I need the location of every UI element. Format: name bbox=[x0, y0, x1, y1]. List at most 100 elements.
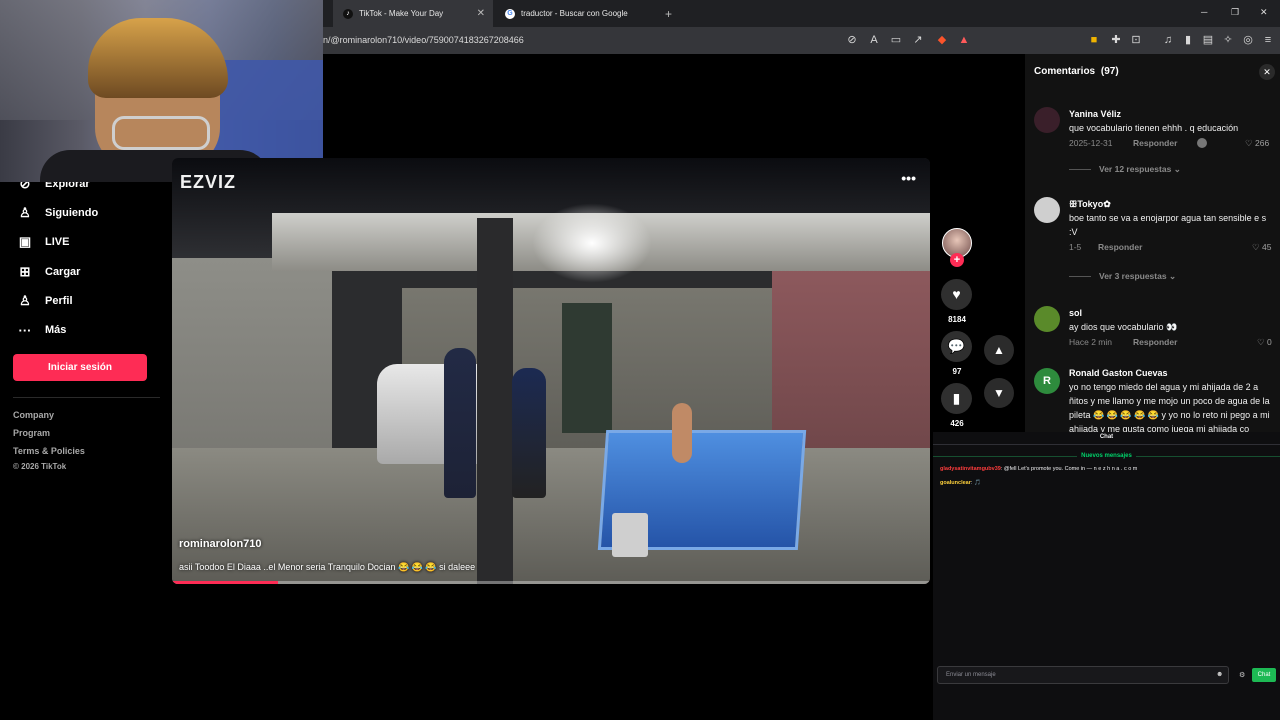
address-bar[interactable]: n/@rominarolon710/video/7590074183267208… bbox=[323, 27, 1280, 54]
menu-icon[interactable]: ≡ bbox=[1261, 33, 1275, 47]
divider bbox=[933, 444, 1280, 445]
comment-user[interactable]: sol bbox=[1069, 308, 1082, 318]
brave-rewards-icon[interactable]: ▲ bbox=[957, 33, 971, 47]
chat-message-text: @fell Let's promote you. Come in — n e z… bbox=[1003, 466, 1138, 472]
comment-like[interactable]: ♡ 0 bbox=[1257, 337, 1272, 348]
next-video-button[interactable]: ▼ bbox=[984, 378, 1014, 408]
comment-avatar[interactable] bbox=[1034, 107, 1060, 133]
comment-date: 1-5 bbox=[1069, 242, 1082, 252]
previous-video-button[interactable]: ▲ bbox=[984, 335, 1014, 365]
chat-username[interactable]: goalunclear bbox=[940, 480, 971, 486]
view-replies-button[interactable]: Ver 3 respuestas ⌄ bbox=[1069, 271, 1176, 282]
heart-outline-icon: ♡ bbox=[1245, 138, 1255, 148]
chat-title: Chat bbox=[1099, 434, 1114, 440]
footer-link-terms[interactable]: Terms & Policies bbox=[13, 446, 85, 456]
sidebar-item-perfil[interactable]: ♙ Perfil bbox=[16, 291, 72, 311]
video-player[interactable]: EZVIZ ••• rominarolon710 asii Toodoo El … bbox=[172, 158, 930, 584]
reply-button[interactable]: Responder bbox=[1133, 337, 1177, 347]
wallet2-icon[interactable]: ▤ bbox=[1201, 33, 1215, 47]
comment-avatar[interactable] bbox=[1034, 197, 1060, 223]
video-scene bbox=[532, 203, 652, 283]
sidebar-item-siguiendo[interactable]: ♙ Siguiendo bbox=[16, 203, 98, 223]
video-more-button[interactable]: ••• bbox=[901, 170, 916, 186]
video-scene bbox=[612, 513, 648, 557]
share-icon[interactable]: ↗ bbox=[911, 33, 925, 47]
sidebar-item-mas[interactable]: ··· Más bbox=[16, 320, 67, 340]
video-progress-bar[interactable] bbox=[172, 581, 930, 584]
tab-tiktok[interactable]: ♪ TikTok - Make Your Day ✕ bbox=[333, 0, 493, 27]
chat-message: goalunclear: 🎵 bbox=[940, 480, 981, 486]
browser-tab-bar: ♪ TikTok - Make Your Day ✕ G traductor -… bbox=[323, 0, 1280, 27]
extensions-icon[interactable]: ✚ bbox=[1109, 33, 1123, 47]
comments-panel: Comentarios (97) ✕ Yanina Véliz que voca… bbox=[1025, 54, 1280, 432]
comment-count: 97 bbox=[952, 367, 962, 376]
gear-icon[interactable]: ⚙ bbox=[1239, 671, 1245, 679]
leo-icon[interactable]: ✧ bbox=[1221, 33, 1235, 47]
minimize-button[interactable]: ─ bbox=[1201, 7, 1207, 17]
google-icon: G bbox=[505, 8, 515, 19]
comment-like[interactable]: ♡ 266 bbox=[1245, 138, 1269, 149]
reply-button[interactable]: Responder bbox=[1098, 242, 1142, 252]
comment-icon: 💬 bbox=[947, 338, 966, 354]
mute-icon[interactable]: ⊘ bbox=[845, 33, 859, 47]
media-icon[interactable]: ♫ bbox=[1161, 33, 1175, 47]
chat-send-button[interactable]: Chat bbox=[1252, 668, 1276, 682]
comment-avatar[interactable]: R bbox=[1034, 368, 1060, 394]
close-window-button[interactable]: ✕ bbox=[1260, 7, 1268, 18]
comment-avatar[interactable] bbox=[1034, 306, 1060, 332]
chat-username[interactable]: gladysatinvitamgubv39 bbox=[940, 466, 1001, 472]
restore-button[interactable]: ❐ bbox=[1231, 7, 1239, 18]
tab-google[interactable]: G traductor - Buscar con Google bbox=[495, 0, 660, 27]
chat-message: gladysatinvitamgubv39: @fell Let's promo… bbox=[940, 466, 1138, 472]
like-button[interactable]: ♥ bbox=[941, 279, 972, 310]
video-progress-fill bbox=[172, 581, 279, 584]
video-scene-person bbox=[672, 403, 692, 463]
video-author[interactable]: rominarolon710 bbox=[179, 538, 262, 550]
url-text[interactable]: n/@rominarolon710/video/7590074183267208… bbox=[323, 35, 524, 45]
comment-text: que vocabulario tienen ehhh . q educació… bbox=[1069, 123, 1239, 133]
view-replies-button[interactable]: Ver 12 respuestas ⌄ bbox=[1069, 164, 1181, 175]
comments-title-text: Comentarios bbox=[1034, 66, 1096, 77]
comment-user[interactable]: Yanina Véliz bbox=[1069, 109, 1121, 119]
brave-shield-icon[interactable]: ◆ bbox=[935, 33, 949, 47]
footer-link-company[interactable]: Company bbox=[13, 410, 54, 420]
comment-button[interactable]: 💬 bbox=[941, 331, 972, 362]
following-icon: ♙ bbox=[19, 205, 31, 220]
tab-label: traductor - Buscar con Google bbox=[521, 9, 628, 18]
vpn-icon[interactable]: ◎ bbox=[1241, 33, 1255, 47]
heart-outline-icon: ♡ bbox=[1257, 337, 1267, 347]
cast-icon[interactable]: ▭ bbox=[889, 33, 903, 47]
tab-close-icon[interactable]: ✕ bbox=[477, 8, 485, 19]
comment-user[interactable]: Ronald Gaston Cuevas bbox=[1069, 368, 1168, 378]
chat-input[interactable]: Enviar un mensaje bbox=[937, 666, 1229, 684]
sidebar-item-cargar[interactable]: ⊞ Cargar bbox=[16, 262, 81, 282]
sidebar-item-live[interactable]: ▣ LIVE bbox=[16, 232, 70, 252]
follow-plus-icon[interactable]: + bbox=[950, 253, 964, 267]
new-tab-button[interactable]: + bbox=[665, 7, 672, 21]
like-count: 8184 bbox=[948, 315, 966, 324]
login-button[interactable]: Iniciar sesión bbox=[13, 354, 147, 381]
sidebar-icon[interactable]: ▮ bbox=[1181, 33, 1195, 47]
save-button[interactable]: ▮ bbox=[941, 383, 972, 414]
translate-icon[interactable]: A bbox=[867, 33, 881, 47]
sidebar-item-label: Siguiendo bbox=[45, 207, 99, 219]
bookmark-icon: ▮ bbox=[952, 390, 961, 406]
live-icon: ▣ bbox=[18, 234, 32, 249]
tiktok-icon: ♪ bbox=[343, 8, 353, 19]
emote-icon[interactable]: ☻ bbox=[1216, 671, 1223, 678]
comments-title: Comentarios (97) bbox=[1034, 66, 1119, 77]
creator-liked-avatar bbox=[1197, 138, 1207, 148]
comment-user[interactable]: ꕥTokyo✿ bbox=[1069, 199, 1111, 210]
footer-link-program[interactable]: Program bbox=[13, 428, 50, 438]
wallet-icon[interactable]: ■ bbox=[1087, 33, 1101, 47]
screenshot-icon[interactable]: ⊡ bbox=[1129, 33, 1143, 47]
heart-icon: ♥ bbox=[952, 286, 961, 302]
video-scene-person bbox=[444, 348, 476, 498]
close-icon[interactable]: ✕ bbox=[1259, 64, 1275, 80]
sidebar-item-label: Cargar bbox=[45, 266, 81, 278]
chevron-down-icon: ▼ bbox=[993, 386, 1005, 400]
new-messages-label: Nuevos mensajes bbox=[933, 453, 1280, 459]
comment-like[interactable]: ♡ 45 bbox=[1252, 242, 1271, 253]
reply-button[interactable]: Responder bbox=[1133, 138, 1177, 148]
chevron-up-icon: ▲ bbox=[993, 343, 1005, 357]
